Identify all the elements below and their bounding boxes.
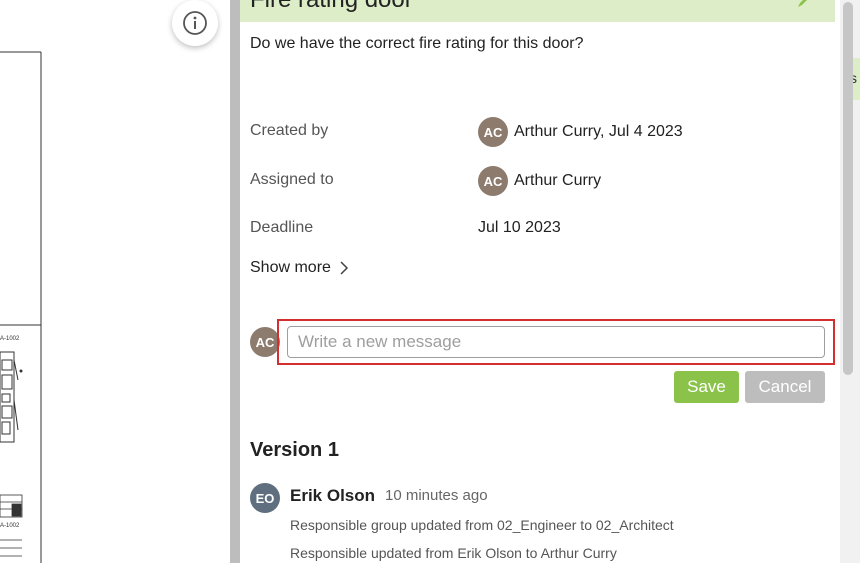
sheet-label: A-1002 — [0, 523, 20, 529]
activity-entry: Responsible group updated from 02_Engine… — [290, 517, 674, 533]
info-icon — [183, 11, 207, 35]
activity-entry: Responsible updated from Erik Olson to A… — [290, 545, 617, 561]
version-title: Version 1 — [250, 439, 339, 461]
edit-icon[interactable] — [795, 0, 813, 10]
message-input-highlight — [277, 319, 835, 365]
created-by-label: Created by — [250, 122, 329, 139]
created-by-text: Arthur Curry, Jul 4 2023 — [514, 123, 683, 140]
message-input[interactable] — [287, 326, 825, 358]
cancel-button[interactable]: Cancel — [745, 371, 825, 403]
show-more-link[interactable]: Show more — [250, 259, 349, 277]
assigned-to-text: Arthur Curry — [514, 172, 602, 189]
issue-description: Do we have the correct fire rating for t… — [250, 35, 584, 52]
activity-time: 10 minutes ago — [385, 487, 488, 504]
avatar: AC — [478, 166, 508, 196]
assigned-to-label: Assigned to — [250, 171, 334, 188]
issue-title: Fire rating door — [250, 0, 413, 14]
chevron-right-icon — [340, 261, 348, 275]
assigned-to-value: AC Arthur Curry — [478, 166, 601, 196]
avatar: AC — [478, 117, 508, 147]
composer-avatar: AC — [250, 327, 280, 357]
edge-tab-label: s — [853, 70, 857, 86]
drawing-sheet — [0, 51, 42, 563]
activity-avatar: EO — [250, 483, 280, 513]
activity-author: Erik Olson — [290, 486, 376, 505]
info-button[interactable] — [172, 0, 218, 46]
edge-tab[interactable]: s — [853, 58, 860, 100]
save-button[interactable]: Save — [674, 371, 739, 403]
deadline-label: Deadline — [250, 219, 314, 236]
avatar: AC — [250, 327, 280, 357]
avatar: EO — [250, 483, 280, 513]
sheet-label: A-1002 — [0, 336, 20, 342]
show-more-label: Show more — [250, 259, 331, 276]
drawing-viewer[interactable]: A-1002 A-1002 — [0, 0, 232, 563]
scrollbar-thumb[interactable] — [843, 2, 853, 375]
deadline-value: Jul 10 2023 — [478, 219, 561, 236]
panel-divider — [230, 0, 240, 563]
issue-detail-panel: Fire rating door Do we have the correct … — [240, 0, 840, 563]
issue-title-bar: Fire rating door — [240, 0, 835, 22]
created-by-value: AC Arthur Curry, Jul 4 2023 — [478, 117, 683, 147]
